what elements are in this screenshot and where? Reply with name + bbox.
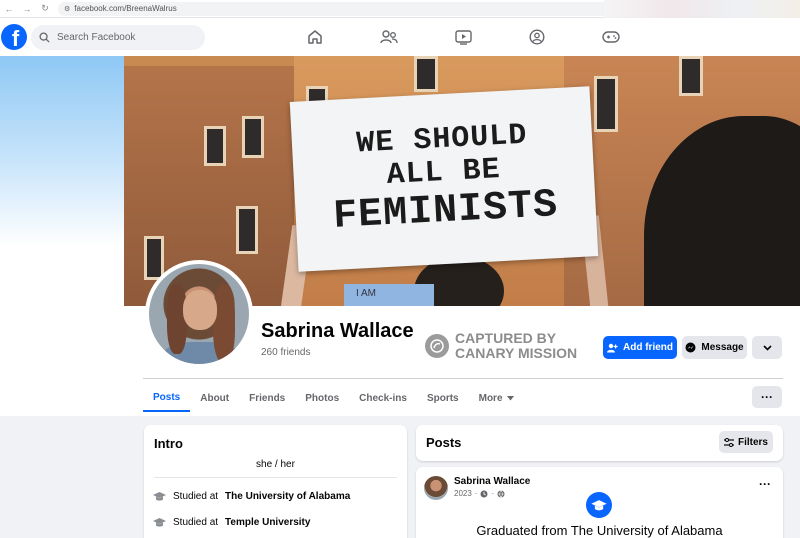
search-icon xyxy=(39,32,50,43)
tab-label: Posts xyxy=(153,391,181,403)
profile-header: I AM WE SHOULD ALL BE FEMINISTS Sabrina … xyxy=(0,56,800,416)
cover-window xyxy=(144,236,164,280)
watch-icon[interactable] xyxy=(453,28,473,46)
tab-label: More xyxy=(478,392,503,404)
reload-icon[interactable]: ↻ xyxy=(40,3,50,14)
meta-separator: · xyxy=(491,489,495,498)
add-friend-button[interactable]: Add friend xyxy=(603,336,677,359)
education-prefix: Studied at xyxy=(173,517,219,528)
education-item: Studied at The University of Alabama xyxy=(153,491,350,502)
clock-icon xyxy=(480,490,488,497)
cover-window xyxy=(242,116,264,158)
tab-label: Friends xyxy=(249,392,286,404)
intro-title: Intro xyxy=(154,436,183,451)
cover-window xyxy=(414,56,438,92)
intro-divider xyxy=(154,477,397,478)
tab-label: Sports xyxy=(426,392,459,404)
profile-tabs: Posts About Friends Photos Check-ins Spo… xyxy=(143,384,524,416)
profile-options-button[interactable] xyxy=(752,336,782,359)
graduation-cap-icon xyxy=(153,518,166,527)
back-arrow-icon[interactable]: ← xyxy=(4,4,14,14)
messenger-icon xyxy=(685,342,696,353)
profile-divider xyxy=(143,378,783,379)
tab-friends[interactable]: Friends xyxy=(239,384,295,412)
tab-label: Photos xyxy=(305,392,340,404)
pronouns-text: she / her xyxy=(256,459,295,470)
message-label: Message xyxy=(701,342,744,353)
school-link[interactable]: Temple University xyxy=(225,517,310,528)
intro-card: Intro she / her Studied at The Universit… xyxy=(144,425,407,538)
meta-separator: · xyxy=(474,489,478,498)
tab-label: About xyxy=(200,392,230,404)
education-prefix: Studied at xyxy=(173,491,219,502)
add-friend-label: Add friend xyxy=(623,342,673,353)
forward-arrow-icon[interactable]: → xyxy=(22,4,32,14)
tab-posts[interactable]: Posts xyxy=(143,384,191,412)
posts-title: Posts xyxy=(426,435,462,450)
canary-line-2: CANARY MISSION xyxy=(455,345,578,361)
left-gradient-background xyxy=(0,56,124,246)
chevron-down-icon xyxy=(762,344,772,351)
tab-check-ins[interactable]: Check-ins xyxy=(349,384,417,412)
filters-icon xyxy=(723,437,734,447)
canary-text: CAPTURED BY CANARY MISSION xyxy=(455,331,577,361)
add-person-icon xyxy=(607,343,618,352)
posts-header: Posts Filters xyxy=(416,425,783,461)
canary-mission-overlay: CAPTURED BY CANARY MISSION xyxy=(425,331,577,361)
profile-avatar[interactable] xyxy=(145,260,253,368)
url-text: facebook.com/BreenaWalrus xyxy=(74,4,177,13)
post-card: Sabrina Wallace 2023 · · ··· Graduated f… xyxy=(416,467,783,538)
browser-toolbar: ← → ↻ ⚙ facebook.com/BreenaWalrus xyxy=(0,0,800,18)
tab-sports[interactable]: Sports xyxy=(417,384,469,412)
caret-down-icon xyxy=(506,395,514,400)
filters-button[interactable]: Filters xyxy=(719,431,773,453)
filters-label: Filters xyxy=(737,436,768,448)
tab-photos[interactable]: Photos xyxy=(295,384,349,412)
post-author-avatar[interactable] xyxy=(424,476,448,500)
post-year[interactable]: 2023 xyxy=(454,489,472,498)
search-input[interactable] xyxy=(57,32,187,43)
message-button[interactable]: Message xyxy=(682,336,747,359)
tab-about[interactable]: About xyxy=(190,384,239,412)
sign-line-3: FEMINISTS xyxy=(332,183,560,240)
avatar-face xyxy=(183,290,217,330)
friends-icon[interactable] xyxy=(379,28,399,46)
post-author-name[interactable]: Sabrina Wallace xyxy=(454,476,530,487)
address-bar[interactable]: ⚙ facebook.com/BreenaWalrus xyxy=(58,1,618,16)
search-box[interactable] xyxy=(31,25,205,50)
avatar-hair-right xyxy=(213,284,235,362)
graduation-badge-icon xyxy=(586,492,612,518)
school-link[interactable]: The University of Alabama xyxy=(225,491,350,502)
extensions-area xyxy=(604,0,800,18)
graduation-cap-icon xyxy=(153,492,166,501)
profile-name: Sabrina Wallace xyxy=(261,320,414,342)
tab-more[interactable]: More xyxy=(469,384,524,412)
cover-window xyxy=(204,126,226,166)
groups-icon[interactable] xyxy=(527,28,547,46)
post-options-icon[interactable]: ··· xyxy=(759,477,771,491)
protest-sign: WE SHOULD ALL BE FEMINISTS xyxy=(289,86,599,272)
cover-second-sign: I AM xyxy=(344,284,434,306)
facebook-logo[interactable]: f xyxy=(1,24,27,50)
education-item: Studied at Temple University xyxy=(153,517,310,528)
site-info-icon[interactable]: ⚙ xyxy=(64,5,70,13)
cover-window xyxy=(594,76,618,132)
gaming-icon[interactable] xyxy=(601,28,621,46)
canary-badge-icon xyxy=(425,334,449,358)
tab-label: Check-ins xyxy=(359,392,407,404)
canary-line-1: CAPTURED BY xyxy=(455,330,557,346)
more-options-button[interactable]: ··· xyxy=(752,386,782,408)
post-meta: 2023 · · xyxy=(454,489,505,498)
globe-icon xyxy=(497,489,505,498)
cover-window xyxy=(236,206,258,254)
cover-window xyxy=(679,56,703,96)
facebook-header: f xyxy=(0,18,800,56)
friends-count[interactable]: 260 friends xyxy=(261,347,310,358)
home-icon[interactable] xyxy=(305,28,325,46)
life-event-text: Graduated from The University of Alabama xyxy=(476,523,723,538)
